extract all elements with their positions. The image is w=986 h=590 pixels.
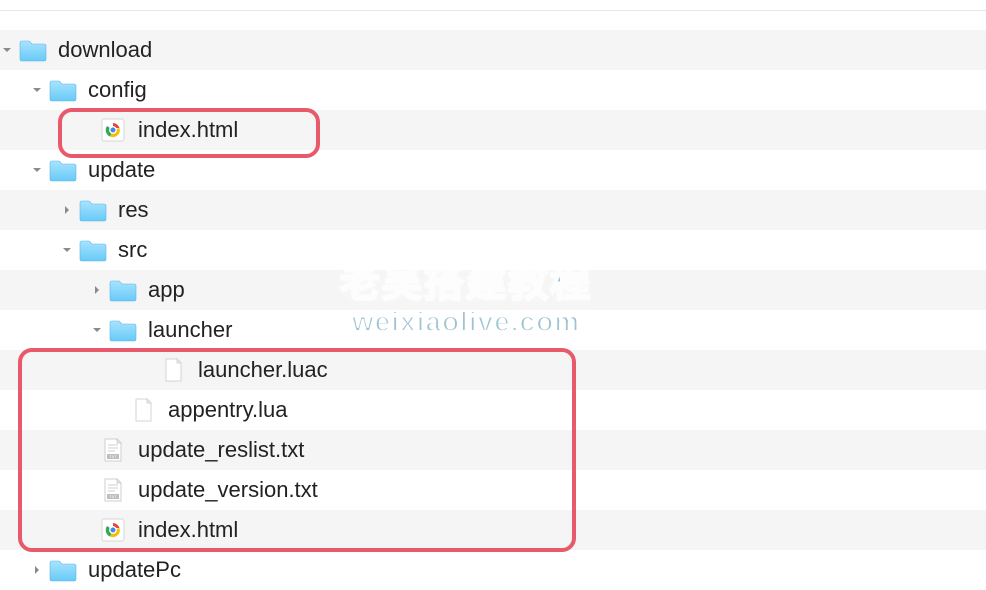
tree-row[interactable]: config: [0, 70, 986, 110]
tree-row[interactable]: src: [0, 230, 986, 270]
tree-item-label: index.html: [138, 117, 238, 143]
folder-icon: [48, 75, 78, 105]
disclosure-placeholder: [80, 523, 94, 537]
tree-item-label: update_version.txt: [138, 477, 318, 503]
tree-item-label: src: [118, 237, 147, 263]
chrome-file-icon: [98, 515, 128, 545]
tree-item-label: update: [88, 157, 155, 183]
chevron-right-icon[interactable]: [30, 563, 44, 577]
folder-icon: [18, 35, 48, 65]
tree-item-label: launcher.luac: [198, 357, 328, 383]
folder-icon: [78, 235, 108, 265]
disclosure-placeholder: [80, 123, 94, 137]
chevron-down-icon[interactable]: [30, 163, 44, 177]
tree-row[interactable]: launcher: [0, 310, 986, 350]
tree-row[interactable]: updatePc: [0, 550, 986, 590]
divider: [0, 10, 986, 11]
disclosure-placeholder: [110, 403, 124, 417]
folder-icon: [78, 195, 108, 225]
folder-icon: [108, 275, 138, 305]
tree-item-label: download: [58, 37, 152, 63]
tree-row[interactable]: update: [0, 150, 986, 190]
tree-row[interactable]: index.html: [0, 510, 986, 550]
tree-row[interactable]: launcher.luac: [0, 350, 986, 390]
chevron-down-icon[interactable]: [0, 43, 14, 57]
tree-row[interactable]: TXT update_version.txt: [0, 470, 986, 510]
tree-row[interactable]: download: [0, 30, 986, 70]
chevron-down-icon[interactable]: [30, 83, 44, 97]
file-icon: [158, 355, 188, 385]
file-tree: download config index.html update res srcapp l…: [0, 0, 986, 590]
tree-row[interactable]: appentry.lua: [0, 390, 986, 430]
file-icon: [128, 395, 158, 425]
tree-item-label: app: [148, 277, 185, 303]
tree-item-label: appentry.lua: [168, 397, 287, 423]
folder-icon: [48, 555, 78, 585]
folder-icon: [108, 315, 138, 345]
chevron-down-icon[interactable]: [90, 323, 104, 337]
chevron-right-icon[interactable]: [90, 283, 104, 297]
tree-item-label: config: [88, 77, 147, 103]
tree-row[interactable]: TXT update_reslist.txt: [0, 430, 986, 470]
tree-row[interactable]: app: [0, 270, 986, 310]
tree-row[interactable]: res: [0, 190, 986, 230]
disclosure-placeholder: [80, 443, 94, 457]
folder-icon: [48, 155, 78, 185]
txt-file-icon: TXT: [98, 475, 128, 505]
disclosure-placeholder: [80, 483, 94, 497]
tree-item-label: launcher: [148, 317, 232, 343]
svg-text:TXT: TXT: [109, 494, 117, 499]
chevron-right-icon[interactable]: [60, 203, 74, 217]
tree-item-label: index.html: [138, 517, 238, 543]
tree-item-label: updatePc: [88, 557, 181, 583]
chrome-file-icon: [98, 115, 128, 145]
tree-row[interactable]: index.html: [0, 110, 986, 150]
tree-item-label: res: [118, 197, 149, 223]
svg-text:TXT: TXT: [109, 454, 117, 459]
chevron-down-icon[interactable]: [60, 243, 74, 257]
disclosure-placeholder: [140, 363, 154, 377]
txt-file-icon: TXT: [98, 435, 128, 465]
tree-item-label: update_reslist.txt: [138, 437, 304, 463]
